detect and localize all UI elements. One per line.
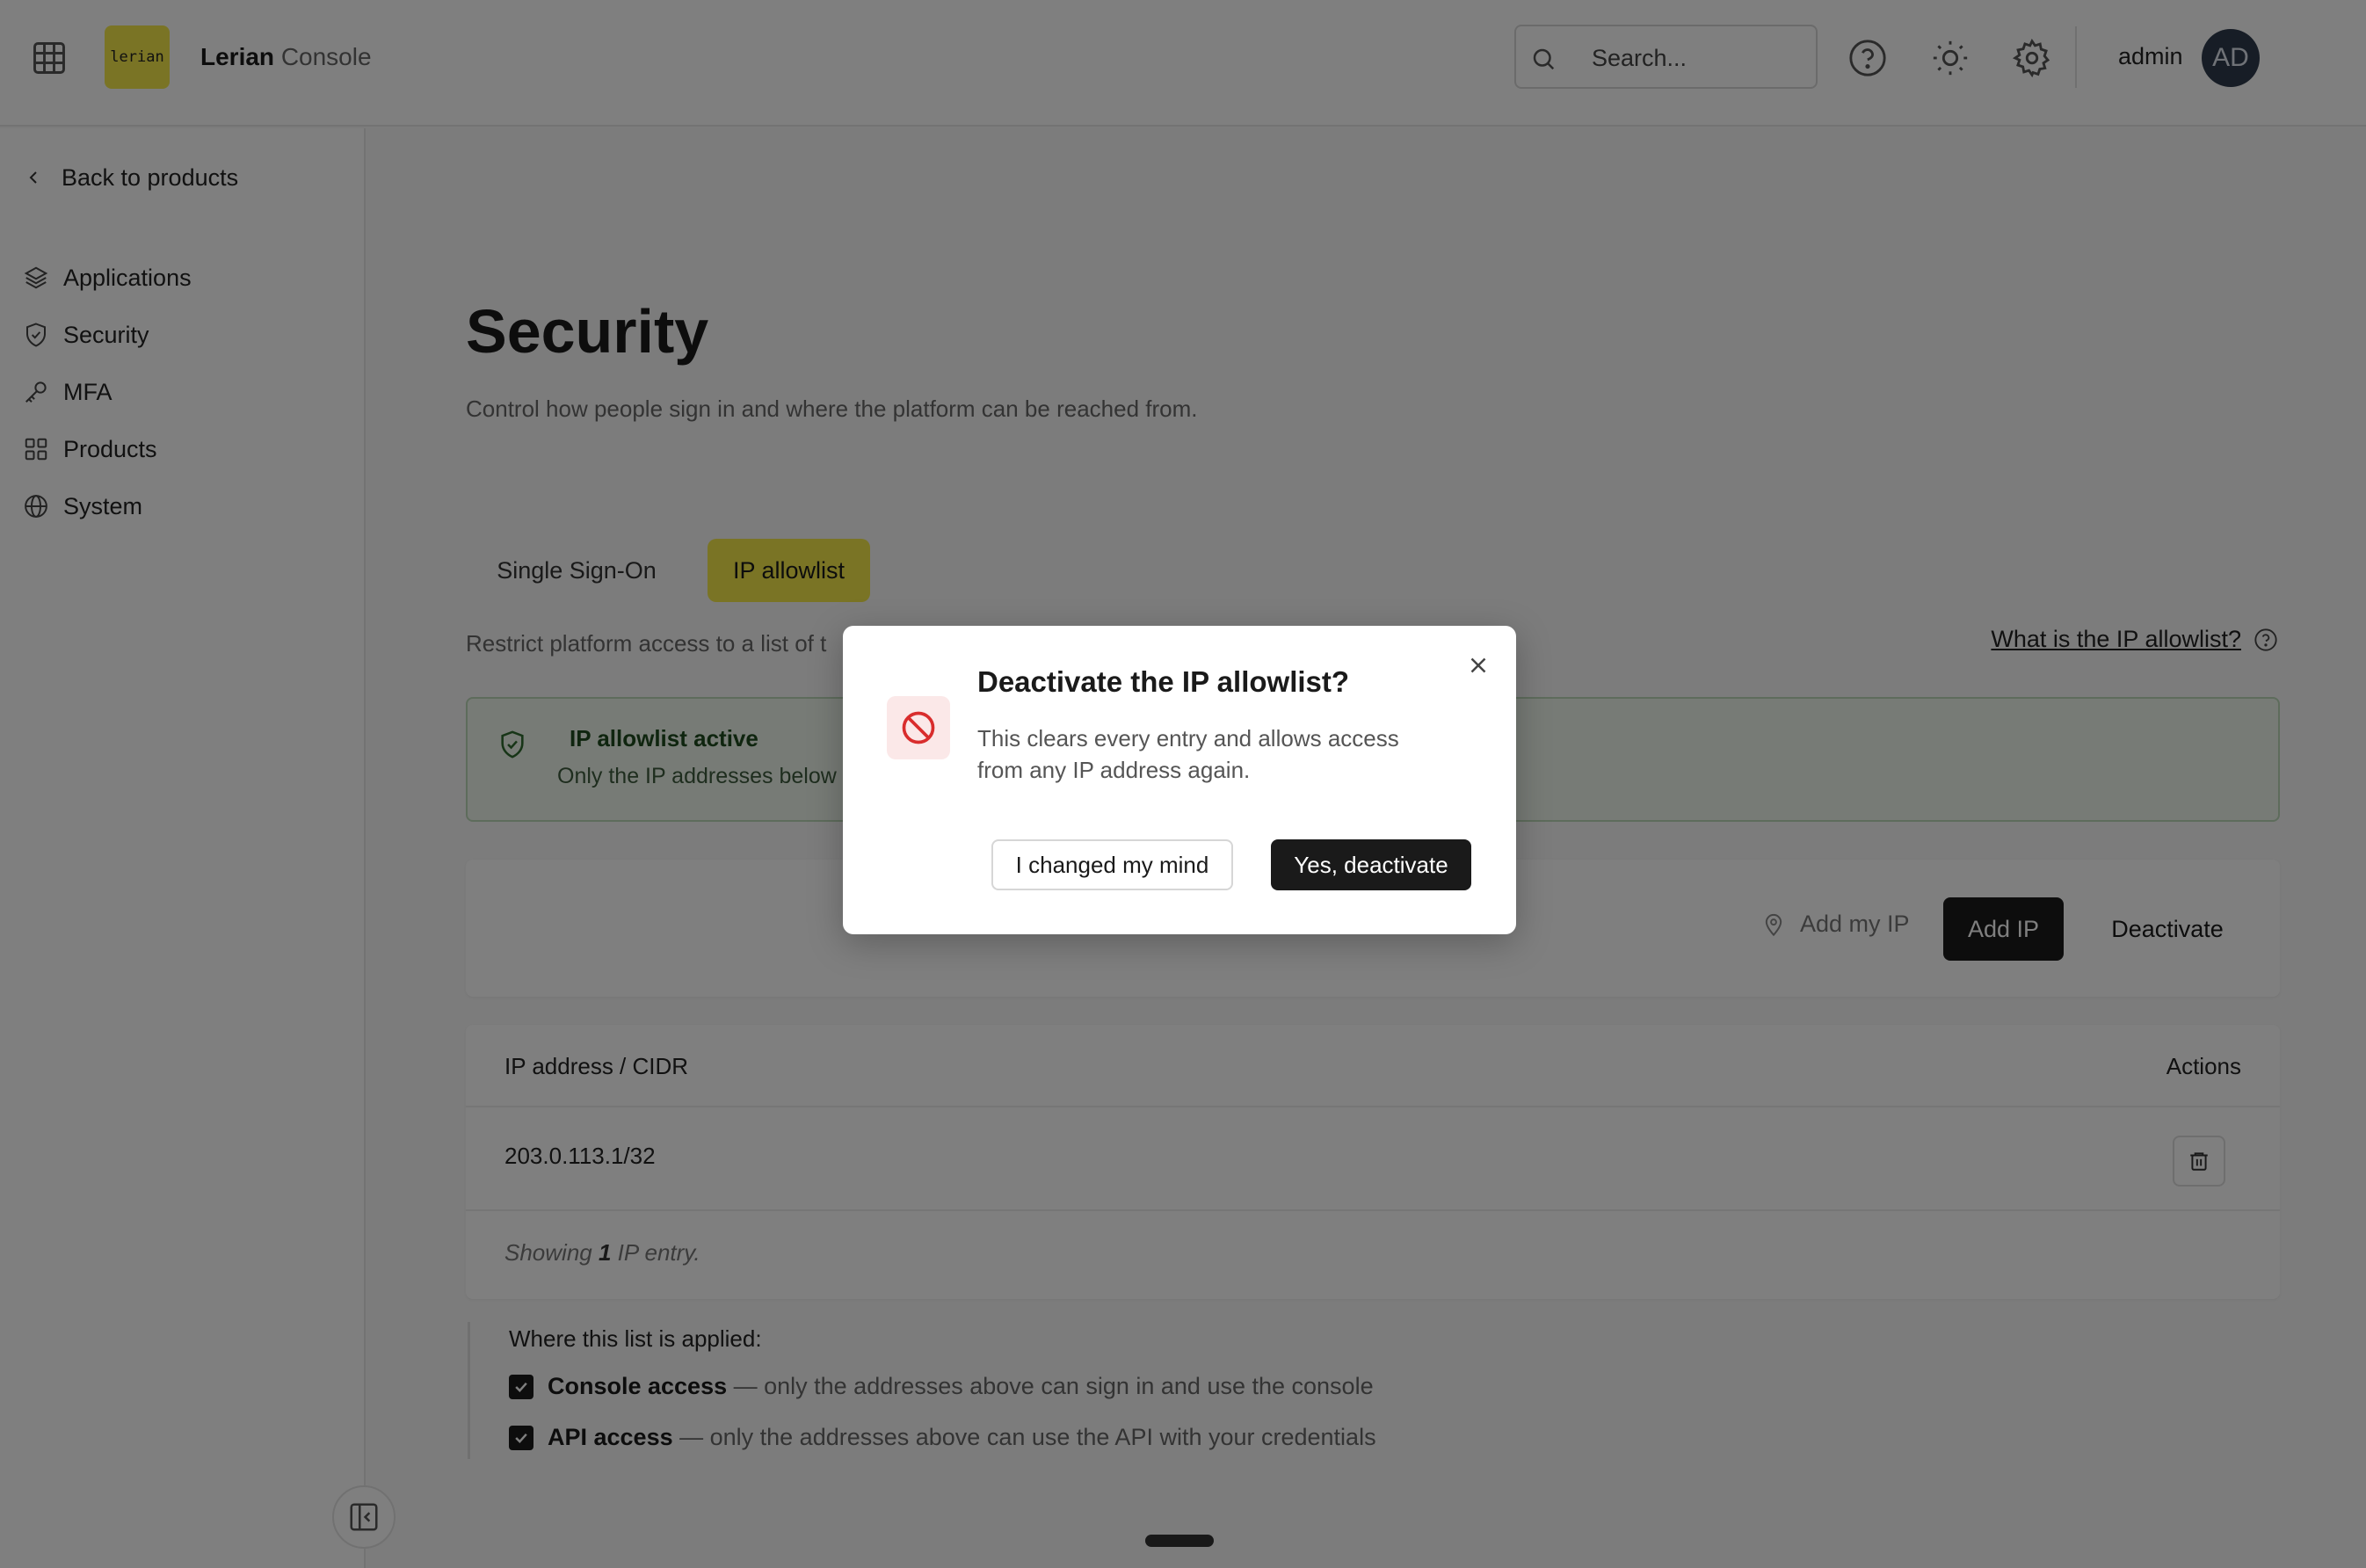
close-icon[interactable]	[1465, 652, 1491, 679]
dialog-title: Deactivate the IP allowlist?	[977, 665, 1350, 698]
confirm-deactivate-button[interactable]: Yes, deactivate	[1271, 839, 1471, 890]
cancel-button[interactable]: I changed my mind	[991, 839, 1233, 890]
ban-icon	[887, 696, 950, 759]
deactivate-confirm-dialog: Deactivate the IP allowlist? This clears…	[843, 626, 1516, 934]
dialog-body: This clears every entry and allows acces…	[977, 725, 1399, 783]
